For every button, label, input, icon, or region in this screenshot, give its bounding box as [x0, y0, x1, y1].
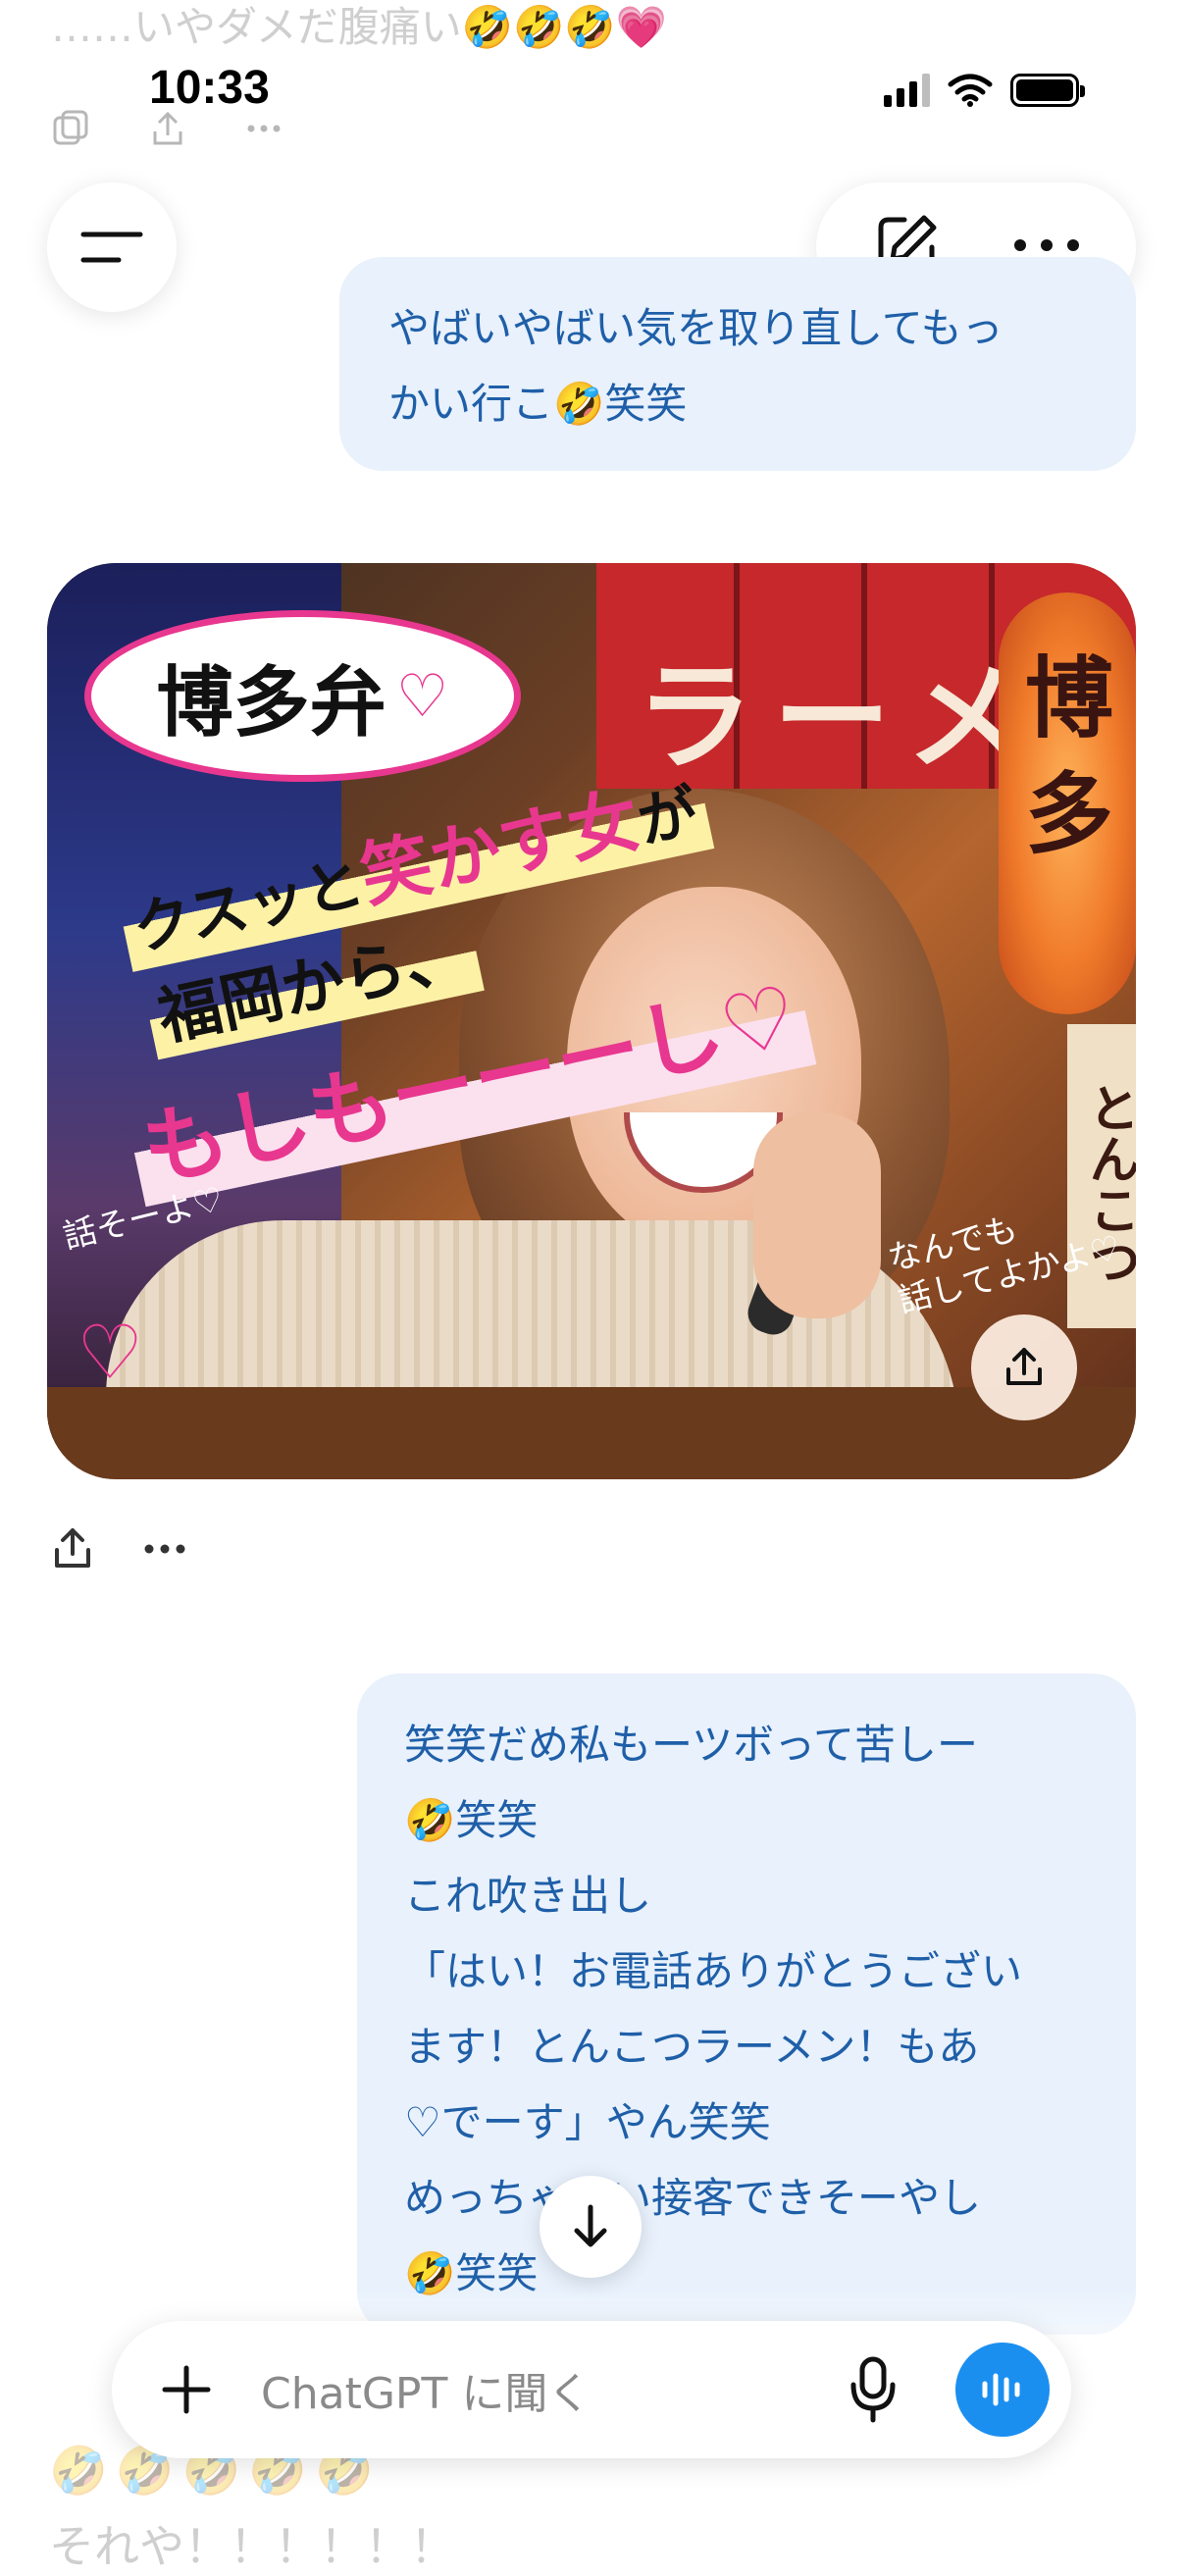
woman-hand [753, 1112, 881, 1318]
message-line: ♡でーす」やん笑笑 [404, 2098, 771, 2146]
microphone-icon [850, 2356, 896, 2423]
user-message-bubble: やばいやばい気を取り直してもっ かい行こ🤣笑笑 [339, 257, 1136, 471]
message-line: 「はい！お電話ありがとうござい [404, 1947, 1023, 1995]
assistant-actions [51, 1526, 186, 1571]
arrow-down-icon [574, 2204, 607, 2247]
heart-icon: ♡ [77, 1309, 144, 1396]
message-line: ます！とんこつラーメン！もあ [404, 2023, 980, 2071]
message-line: めっちゃいい接客できそーやし [404, 2174, 982, 2222]
wifi-icon [948, 74, 993, 107]
speech-heart: ♡ [395, 661, 449, 731]
message-line: 笑笑だめ私もーツボって苦しー [404, 1721, 979, 1769]
more-options-button[interactable] [1012, 235, 1081, 259]
counter [47, 1387, 1136, 1479]
attach-button[interactable] [151, 2354, 222, 2425]
share-icon[interactable] [51, 1526, 94, 1571]
message-line: これ吹き出し [404, 1872, 652, 1920]
next-message-fade-text: それや！！！！！！ [49, 2520, 455, 2573]
hamburger-icon [80, 232, 143, 263]
sidebar-menu-button[interactable] [47, 182, 177, 312]
generated-image[interactable]: ラーメン 博多 とんこつ 博多弁 ♡ クスッと笑かす女が 福岡から、 もしもーー… [47, 563, 1136, 1479]
message-line: 🤣笑笑 [404, 1796, 539, 1844]
status-icons [884, 73, 1085, 108]
status-bar: 10:33 [0, 0, 1183, 147]
ellipsis-icon[interactable] [143, 1543, 186, 1555]
share-icon [1006, 1348, 1042, 1385]
status-time: 10:33 [149, 62, 270, 114]
ellipsis-icon [1014, 239, 1079, 251]
dictation-button[interactable] [834, 2350, 912, 2429]
voice-mode-button[interactable] [955, 2343, 1050, 2437]
speech-bubble: 博多弁 ♡ [84, 610, 521, 782]
tonkotsu-sign: とんこつ [1067, 1024, 1136, 1328]
speech-bubble-text: 博多弁 [156, 657, 386, 747]
image-share-button[interactable] [971, 1314, 1077, 1420]
scroll-to-bottom-button[interactable] [540, 2176, 642, 2278]
user-message-bubble: 笑笑だめ私もーツボって苦しー 🤣笑笑 これ吹き出し 「はい！お電話ありがとうござ… [357, 1674, 1136, 2335]
message-composer: ChatGPT に聞く [112, 2321, 1071, 2458]
battery-icon [1010, 74, 1085, 107]
waveform-icon [982, 2373, 1020, 2406]
lantern-text: 博多 [1025, 647, 1113, 866]
plus-icon [162, 2365, 211, 2414]
message-line: かい行こ🤣笑笑 [388, 380, 688, 428]
message-line: やばいやばい気を取り直してもっ [388, 304, 1003, 352]
message-input[interactable]: ChatGPT に聞く [261, 2358, 834, 2421]
cellular-signal-icon [884, 74, 930, 107]
